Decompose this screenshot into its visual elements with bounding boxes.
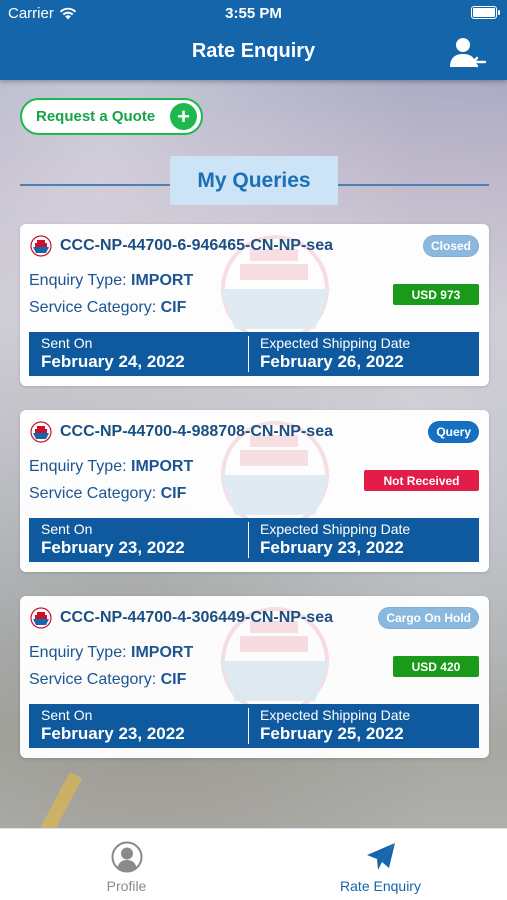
status-badge: Closed (422, 235, 479, 257)
ship-icon (30, 607, 52, 629)
sent-on-label: Sent On (41, 335, 93, 351)
service-category-label: Service Category: (29, 671, 157, 688)
status-time: 3:55 PM (225, 5, 282, 22)
sent-on-value: February 23, 2022 (41, 538, 185, 557)
nav-header: Carrier 3:55 PM Rate Enquiry (0, 0, 507, 80)
tab-profile[interactable]: Profile (0, 829, 253, 900)
sent-on-value: February 23, 2022 (41, 724, 185, 743)
expected-shipping-value: February 23, 2022 (260, 538, 404, 557)
enquiry-type-row: Enquiry Type: IMPORT (29, 458, 193, 476)
service-category-row: Service Category: CIF (29, 485, 186, 503)
tab-bar: Profile Rate Enquiry (0, 828, 507, 900)
sent-on-value: February 24, 2022 (41, 352, 185, 371)
service-category-row: Service Category: CIF (29, 671, 186, 689)
dates-separator (248, 708, 249, 744)
service-category-value: CIF (160, 485, 187, 502)
dates-bar: Sent On February 24, 2022 Expected Shipp… (29, 332, 479, 376)
query-card[interactable]: CCC-NP-44700-6-946465-CN-NP-sea Closed E… (20, 224, 489, 386)
price-badge: Not Received (364, 470, 479, 491)
plus-icon: + (170, 103, 197, 130)
tab-label-rate-enquiry: Rate Enquiry (340, 878, 421, 894)
enquiry-type-row: Enquiry Type: IMPORT (29, 644, 193, 662)
request-quote-label: Request a Quote (36, 108, 156, 125)
expected-shipping-value: February 26, 2022 (260, 352, 404, 371)
sent-on-label: Sent On (41, 707, 93, 723)
expected-shipping-label: Expected Shipping Date (260, 335, 411, 351)
tab-rate-enquiry[interactable]: Rate Enquiry (254, 829, 507, 900)
enquiry-type-value: IMPORT (131, 272, 194, 289)
enquiry-type-value: IMPORT (131, 644, 194, 661)
heading-divider-right (338, 184, 489, 186)
status-badge: Query (428, 421, 479, 443)
status-badge: Cargo On Hold (378, 607, 479, 629)
user-switch-icon (450, 38, 487, 68)
service-category-label: Service Category: (29, 299, 157, 316)
profile-icon (111, 841, 142, 873)
enquiry-type-row: Enquiry Type: IMPORT (29, 272, 193, 290)
enquiry-type-label: Enquiry Type: (29, 272, 127, 289)
service-category-value: CIF (160, 299, 187, 316)
heading-divider-left (20, 184, 170, 186)
expected-shipping-label: Expected Shipping Date (260, 707, 411, 723)
service-category-row: Service Category: CIF (29, 299, 186, 317)
status-bar: Carrier 3:55 PM (0, 0, 507, 26)
query-id: CCC-NP-44700-4-988708-CN-NP-sea (60, 423, 333, 440)
section-heading-my-queries: My Queries (170, 156, 338, 205)
query-id: CCC-NP-44700-6-946465-CN-NP-sea (60, 237, 333, 254)
query-card[interactable]: CCC-NP-44700-4-306449-CN-NP-sea Cargo On… (20, 596, 489, 758)
sent-on-label: Sent On (41, 521, 93, 537)
enquiry-type-value: IMPORT (131, 458, 194, 475)
ship-icon (30, 421, 52, 443)
enquiry-type-label: Enquiry Type: (29, 458, 127, 475)
tab-label-profile: Profile (106, 878, 147, 894)
request-quote-button[interactable]: Request a Quote + (20, 98, 203, 135)
expected-shipping-label: Expected Shipping Date (260, 521, 411, 537)
expected-shipping-value: February 25, 2022 (260, 724, 404, 743)
dates-separator (248, 522, 249, 558)
battery-icon (471, 6, 500, 19)
service-category-value: CIF (160, 671, 187, 688)
dates-bar: Sent On February 23, 2022 Expected Shipp… (29, 518, 479, 562)
price-badge: USD 420 (393, 656, 479, 677)
paper-plane-icon (366, 843, 395, 870)
dates-separator (248, 336, 249, 372)
price-badge: USD 973 (393, 284, 479, 305)
dates-bar: Sent On February 23, 2022 Expected Shipp… (29, 704, 479, 748)
service-category-label: Service Category: (29, 485, 157, 502)
ship-icon (30, 235, 52, 257)
user-switch-button[interactable] (449, 37, 487, 69)
query-card[interactable]: CCC-NP-44700-4-988708-CN-NP-sea Query En… (20, 410, 489, 572)
query-id: CCC-NP-44700-4-306449-CN-NP-sea (60, 609, 333, 626)
enquiry-type-label: Enquiry Type: (29, 644, 127, 661)
page-title: Rate Enquiry (191, 40, 316, 62)
